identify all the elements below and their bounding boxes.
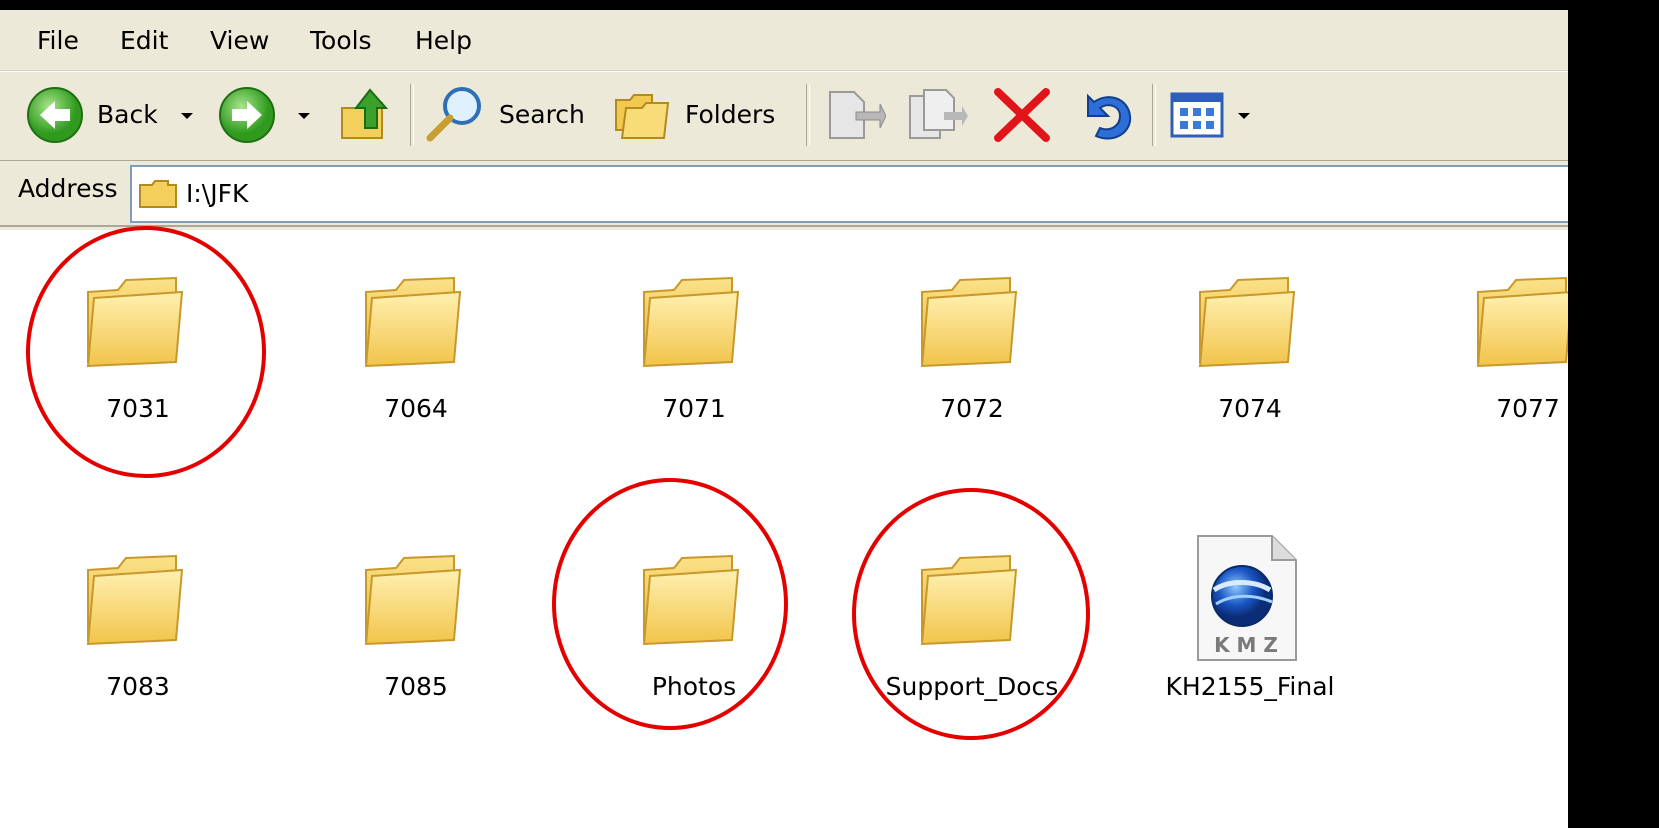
item-label: Support_Docs	[885, 672, 1059, 701]
search-button[interactable]: Search	[424, 84, 594, 146]
folder-item[interactable]: 7071	[564, 268, 824, 468]
forward-arrow-icon	[219, 87, 275, 143]
folders-icon	[615, 94, 670, 139]
back-label: Back	[97, 100, 158, 129]
search-label: Search	[499, 100, 585, 129]
menu-tools[interactable]: Tools	[310, 26, 372, 56]
item-label: 7074	[1218, 394, 1282, 423]
forward-dropdown-icon[interactable]	[298, 113, 310, 119]
folder-item[interactable]: Photos	[564, 546, 824, 746]
folder-item[interactable]: 7074	[1120, 268, 1380, 468]
item-label: KH2155_Final	[1165, 672, 1335, 701]
folder-icon	[643, 555, 739, 645]
folder-item[interactable]: 7083	[8, 546, 268, 746]
menu-edit[interactable]: Edit	[120, 26, 168, 56]
delete-x-icon[interactable]	[990, 86, 1054, 144]
menu-view[interactable]: View	[210, 26, 269, 56]
item-label: 7064	[384, 394, 448, 423]
folder-item[interactable]: 7072	[842, 268, 1102, 468]
folder-icon	[921, 555, 1017, 645]
explorer-window: File Edit View Tools Help Back Search Fo…	[0, 10, 1568, 828]
toolbar-separator	[806, 84, 810, 146]
item-label: 7031	[106, 394, 170, 423]
kmz-file-icon: K M Z	[1197, 535, 1297, 661]
back-arrow-icon	[27, 87, 83, 143]
toolbar-separator	[1152, 84, 1156, 146]
views-button[interactable]	[1168, 86, 1260, 144]
kmz-file-item[interactable]: K M Z KH2155_Final	[1120, 532, 1380, 732]
move-to-icon[interactable]	[822, 86, 886, 144]
item-label: 7077	[1496, 394, 1560, 423]
folder-icon	[365, 555, 461, 645]
folder-item[interactable]: 7077	[1398, 268, 1568, 468]
toolbar-separator	[410, 84, 414, 146]
folders-button[interactable]: Folders	[612, 84, 784, 146]
magnifier-icon	[426, 87, 481, 142]
address-bar: Address I:\JFK	[0, 161, 1568, 227]
up-folder-icon[interactable]	[338, 86, 394, 144]
back-dropdown-icon[interactable]	[181, 113, 193, 119]
undo-icon[interactable]	[1074, 86, 1138, 144]
address-value: I:\JFK	[186, 179, 249, 208]
folder-icon	[1477, 277, 1568, 367]
folder-icon	[1199, 277, 1295, 367]
menu-help[interactable]: Help	[415, 26, 472, 56]
copy-to-icon[interactable]	[904, 86, 968, 144]
kmz-icon-text: K M Z	[1214, 633, 1278, 657]
item-label: 7071	[662, 394, 726, 423]
folder-icon	[643, 277, 739, 367]
item-label: Photos	[651, 672, 737, 701]
forward-button[interactable]	[216, 84, 324, 146]
menu-file[interactable]: File	[37, 26, 79, 56]
folder-item[interactable]: Support_Docs	[842, 546, 1102, 746]
folder-icon	[921, 277, 1017, 367]
item-label: 7083	[106, 672, 170, 701]
folder-item[interactable]: 7031	[8, 268, 268, 468]
menu-bar: File Edit View Tools Help	[0, 10, 1568, 71]
folder-item[interactable]: 7064	[286, 268, 546, 468]
toolbar: Back Search Folders	[0, 71, 1568, 161]
address-label: Address	[18, 174, 118, 203]
item-label: 7072	[940, 394, 1004, 423]
views-icon	[1170, 92, 1224, 138]
folders-label: Folders	[685, 100, 776, 129]
folder-icon	[87, 555, 183, 645]
item-label: 7085	[384, 672, 448, 701]
folder-icon	[365, 277, 461, 367]
divider	[0, 227, 1568, 230]
views-dropdown-icon[interactable]	[1238, 113, 1250, 119]
address-input[interactable]: I:\JFK	[130, 165, 1568, 223]
folder-item[interactable]: 7085	[286, 546, 546, 746]
folder-icon	[139, 180, 177, 208]
folder-icon	[87, 277, 183, 367]
back-button[interactable]: Back	[24, 84, 208, 146]
